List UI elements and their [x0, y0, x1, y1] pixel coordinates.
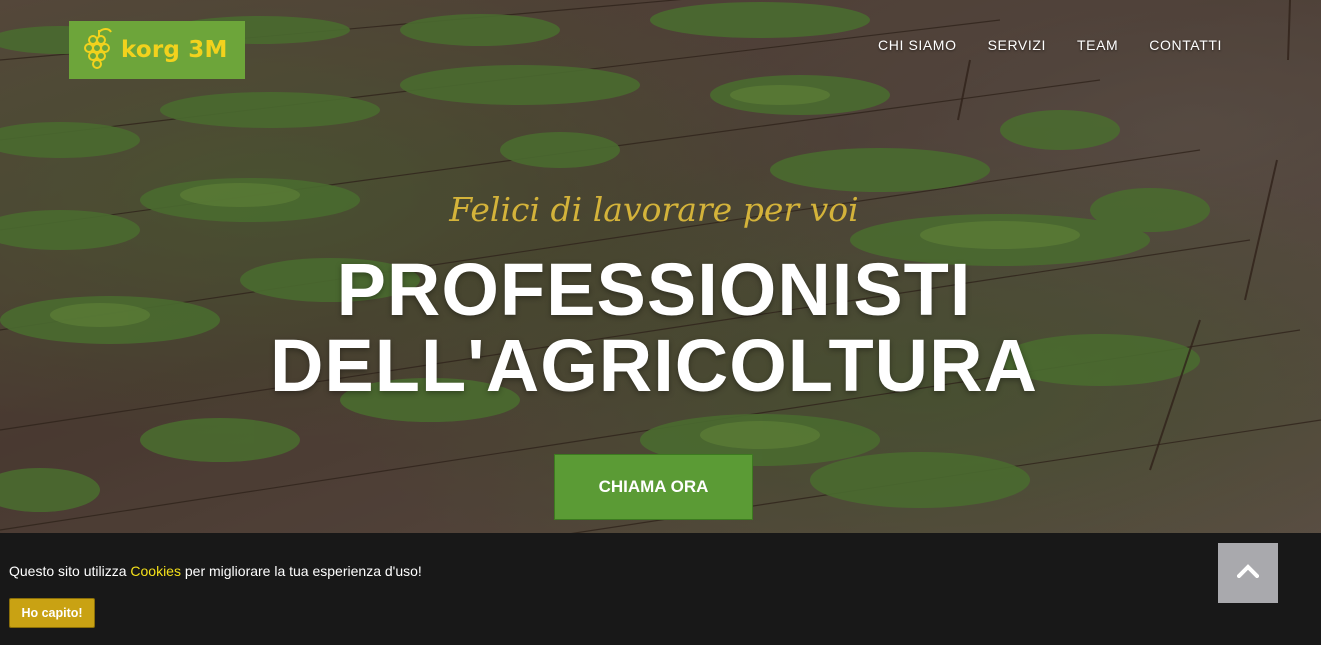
scroll-to-top-button[interactable] — [1218, 543, 1278, 603]
brand-name: korg 3M — [121, 37, 228, 63]
grapes-icon — [83, 24, 115, 77]
nav-item-team[interactable]: TEAM — [1077, 37, 1118, 53]
cookie-banner: Questo sito utilizza Cookies per miglior… — [0, 533, 1321, 645]
hero-tagline: Felici di lavorare per voi — [449, 190, 859, 229]
cookie-message: Questo sito utilizza Cookies per miglior… — [9, 563, 422, 579]
cookie-text-before: Questo sito utilizza — [9, 563, 131, 579]
nav-item-contatti[interactable]: CONTATTI — [1149, 37, 1222, 53]
cookie-policy-link[interactable]: Cookies — [130, 563, 181, 579]
hero-headline: PROFESSIONISTI DELL'AGRICOLTURA — [0, 252, 1308, 404]
accept-cookies-button[interactable]: Ho capito! — [9, 598, 95, 628]
cookie-text-after: per migliorare la tua esperienza d'uso! — [180, 563, 422, 579]
nav-item-servizi[interactable]: SERVIZI — [988, 37, 1046, 53]
headline-line-2: DELL'AGRICOLTURA — [269, 324, 1039, 407]
nav-item-chi-siamo[interactable]: CHI SIAMO — [878, 37, 957, 53]
main-nav: CHI SIAMO SERVIZI TEAM CONTATTI — [878, 37, 1222, 53]
chevron-up-icon — [1236, 563, 1260, 583]
call-now-button[interactable]: CHIAMA ORA — [554, 454, 753, 520]
headline-line-1: PROFESSIONISTI — [336, 248, 972, 331]
brand-logo[interactable]: korg 3M — [69, 21, 245, 79]
